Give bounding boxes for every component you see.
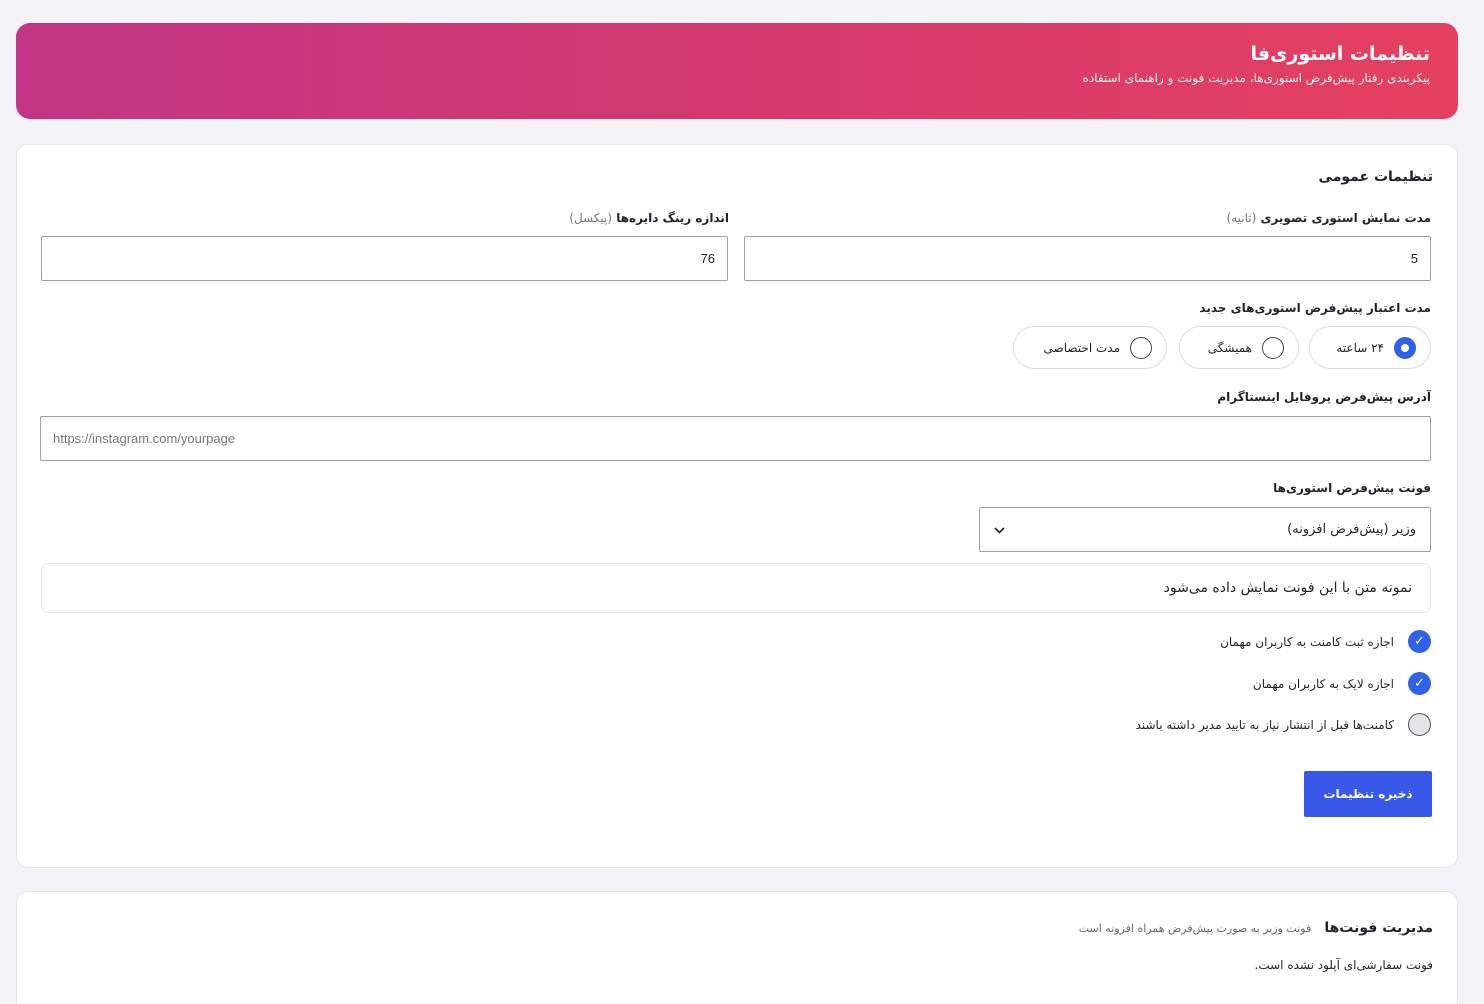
no-custom-font-note: فونت سفارشی‌ای آپلود نشده است.	[1254, 958, 1433, 972]
check-icon: ✓	[1408, 672, 1431, 695]
fonts-title: مدیریت فونت‌ها	[1324, 920, 1433, 936]
instagram-url-input[interactable]: https://instagram.com/yourpage	[40, 416, 1431, 461]
guest-comment-checkbox[interactable]: ✓ اجازه ثبت کامنت به کاربران مهمان	[1220, 630, 1431, 653]
fonts-management-card: مدیریت فونت‌ها فونت وزیر به صورت پیش‌فرض…	[16, 891, 1458, 1004]
page-title: تنظیمات استوری‌فا	[1250, 43, 1430, 65]
ring-size-label: اندازه رینگ دایره‌ها (پیکسل)	[569, 211, 729, 225]
guest-like-checkbox[interactable]: ✓ اجازه لایک به کاربران مهمان	[1253, 672, 1431, 695]
duration-input[interactable]: 5	[744, 236, 1431, 281]
comment-approval-checkbox[interactable]: کامنت‌ها قبل از انتشار نیاز به تایید مدی…	[1136, 713, 1431, 736]
save-settings-button[interactable]: ذخیره تنظیمات	[1304, 771, 1432, 817]
duration-label: مدت نمایش استوری تصویری (ثانیه)	[1226, 211, 1432, 225]
radio-forever[interactable]: همیشگی	[1179, 326, 1299, 369]
fonts-header: مدیریت فونت‌ها فونت وزیر به صورت پیش‌فرض…	[1079, 917, 1433, 936]
radio-selected-icon	[1394, 336, 1416, 359]
font-preview: نمونه متن با این فونت نمایش داده می‌شود	[41, 563, 1431, 613]
font-label: فونت پیش‌فرض استوری‌ها	[1273, 481, 1431, 495]
validity-label: مدت اعتبار پیش‌فرض استوری‌های جدید	[1199, 301, 1431, 315]
radio-24h[interactable]: ۲۴ ساعته	[1309, 326, 1431, 369]
instagram-label: آدرس پیش‌فرض پروفایل اینستاگرام	[1217, 390, 1431, 404]
chevron-down-icon	[994, 523, 1005, 537]
general-settings-title: تنظیمات عمومی	[1318, 169, 1433, 185]
ring-size-input[interactable]: 76	[41, 236, 728, 281]
page-subtitle: پیکربندی رفتار پیش‌فرض استوری‌ها، مدیریت…	[1082, 71, 1430, 85]
page-header: تنظیمات استوری‌فا پیکربندی رفتار پیش‌فرض…	[16, 23, 1458, 119]
check-icon: ✓	[1408, 630, 1431, 653]
radio-empty-icon	[1130, 336, 1152, 359]
radio-custom[interactable]: مدت اختصاصی	[1013, 326, 1167, 369]
fonts-subtitle: فونت وزیر به صورت پیش‌فرض همراه افزونه ا…	[1078, 922, 1312, 935]
unchecked-icon	[1408, 713, 1431, 736]
font-select[interactable]: وزیر (پیش‌فرض افزونه)	[979, 507, 1431, 552]
general-settings-card: تنظیمات عمومی مدت نمایش استوری تصویری (ث…	[16, 144, 1458, 868]
radio-empty-icon	[1262, 336, 1284, 359]
